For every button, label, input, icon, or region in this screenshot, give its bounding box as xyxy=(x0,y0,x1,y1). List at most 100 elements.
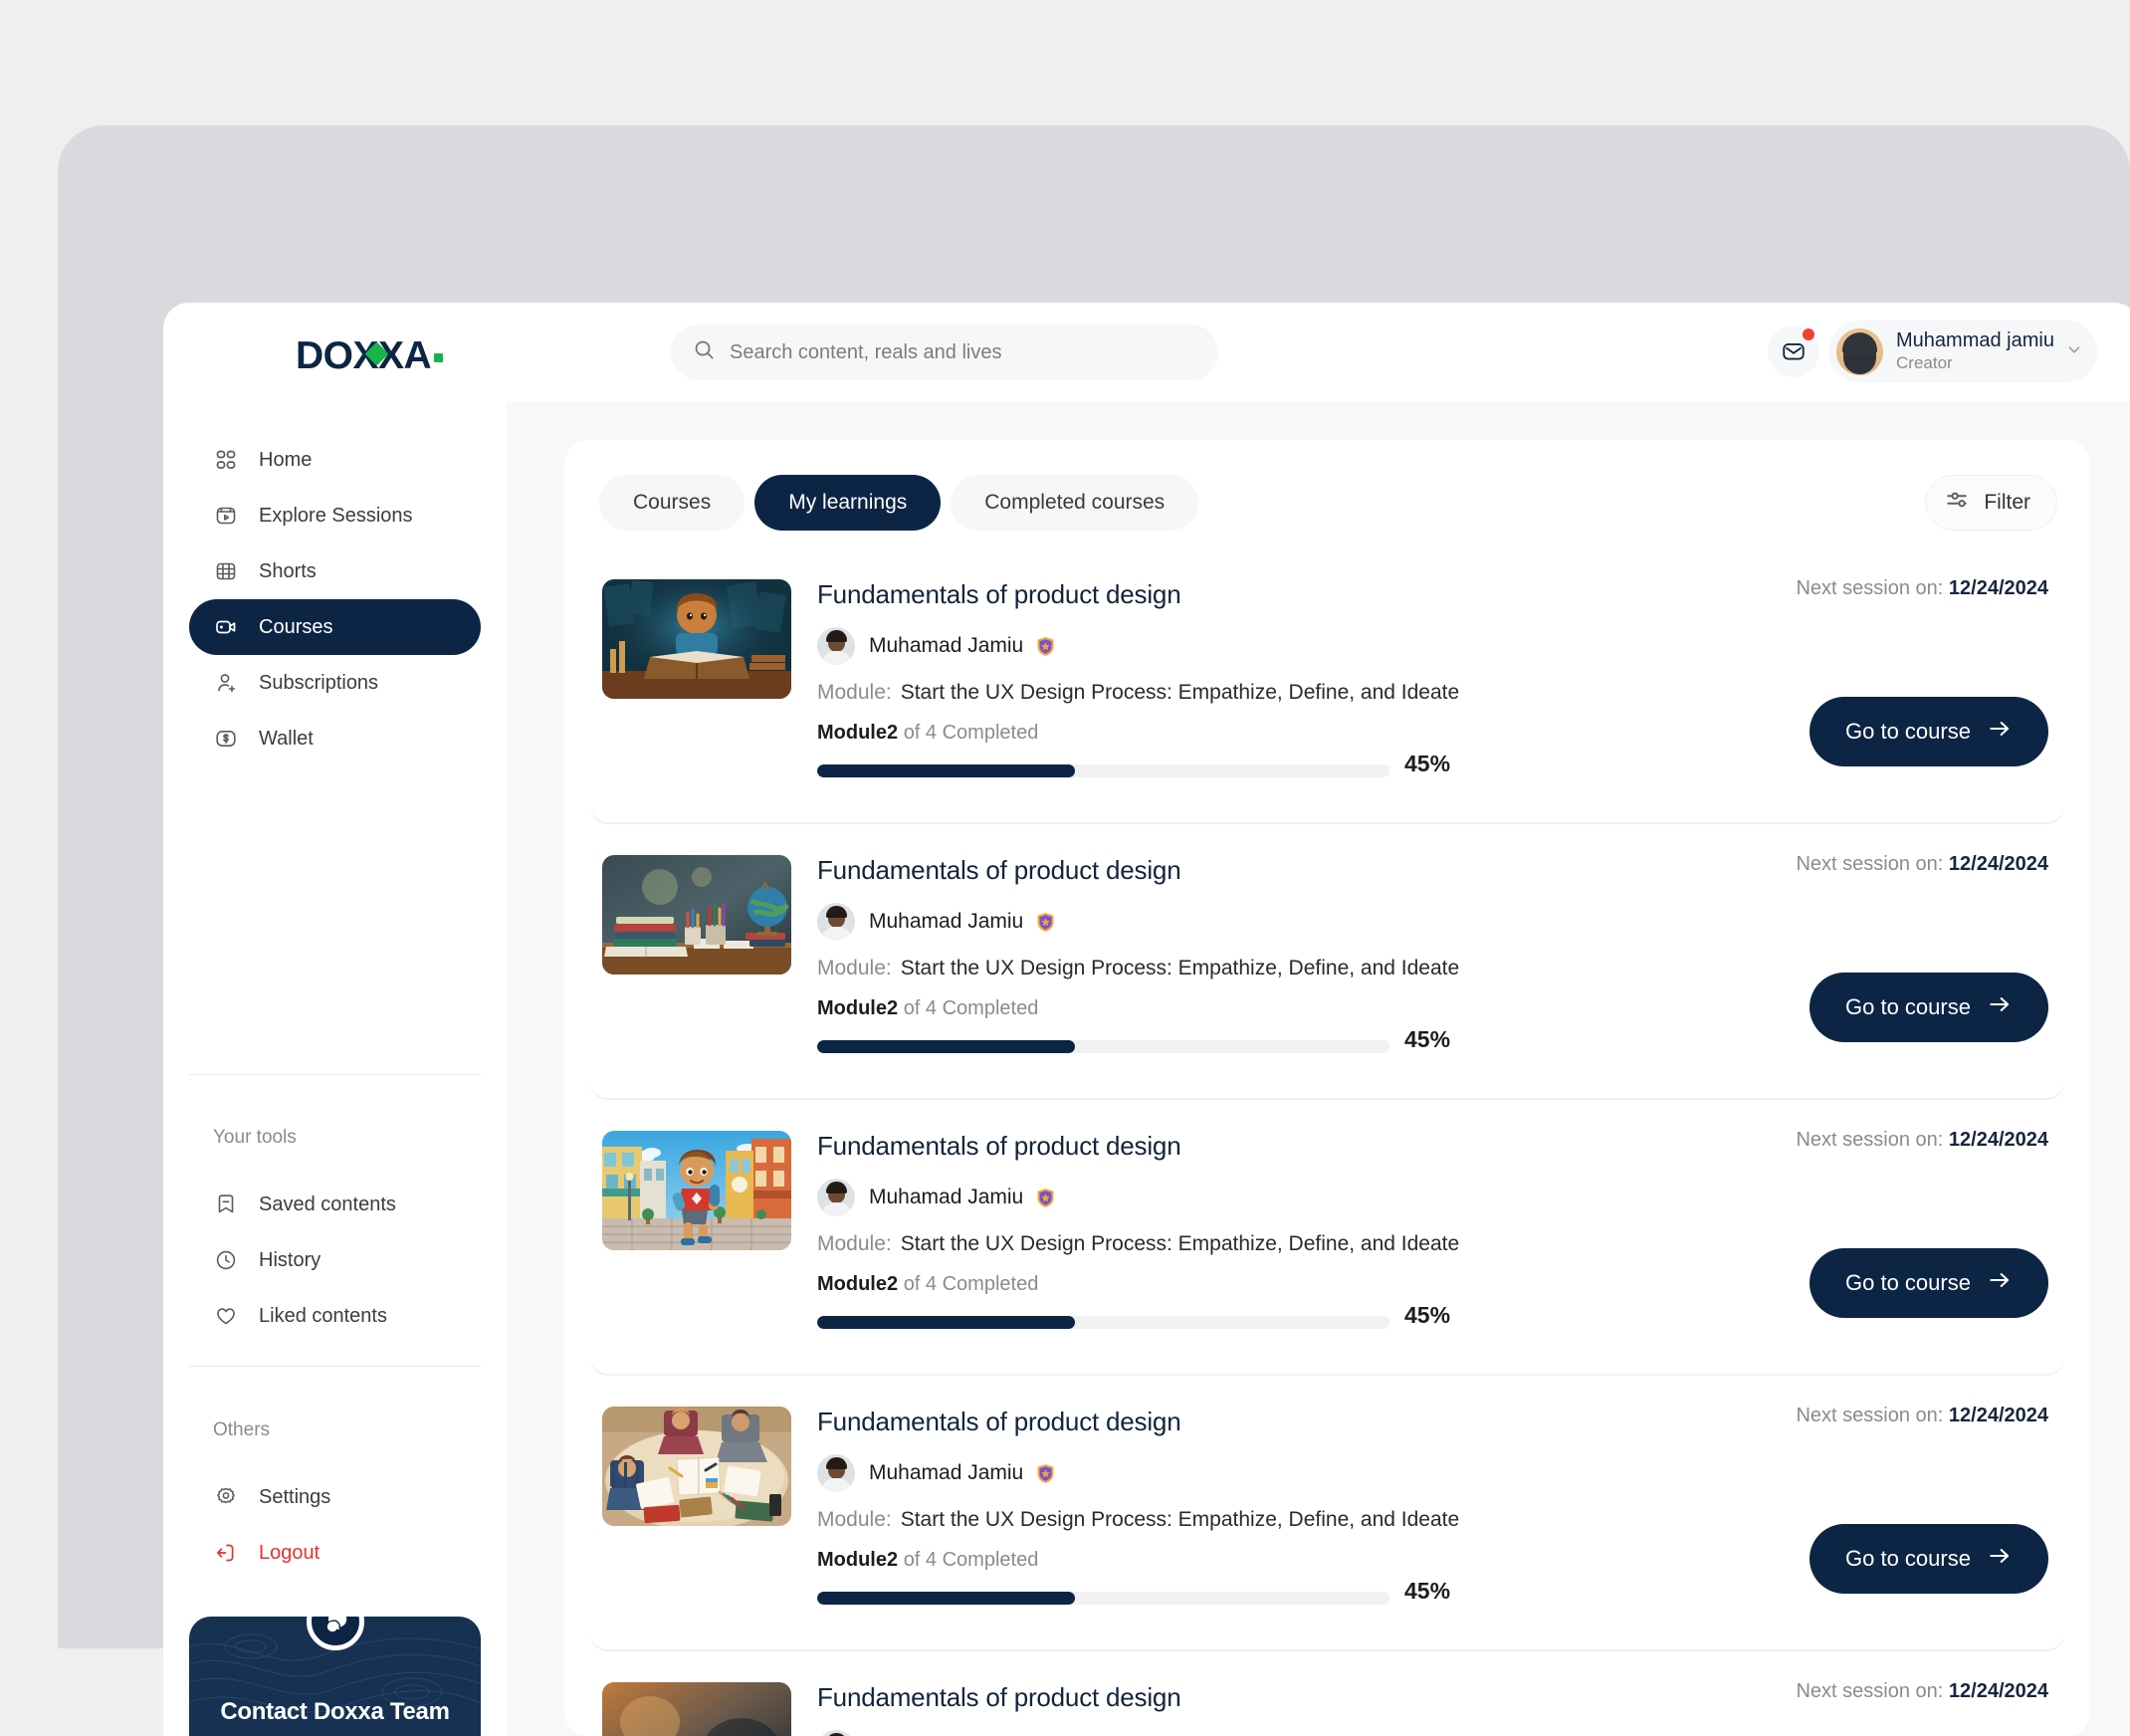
chevron-down-icon[interactable] xyxy=(2063,338,2085,365)
user-profile-chip[interactable]: Muhammad jamiu Creator xyxy=(1828,321,2097,382)
sidebar-item-label: Shorts xyxy=(259,559,317,582)
sidebar-item-logout[interactable]: Logout xyxy=(189,1525,481,1581)
author-avatar xyxy=(817,1454,855,1492)
search-input[interactable] xyxy=(730,340,1168,364)
course-title: Fundamentals of product design xyxy=(817,855,1181,885)
user-add-icon xyxy=(213,670,239,696)
sidebar-item-label: Logout xyxy=(259,1541,320,1564)
go-to-course-label: Go to course xyxy=(1845,1546,1971,1571)
tab-label: My learnings xyxy=(788,491,908,514)
next-session-label: Next session on: xyxy=(1796,1129,1944,1151)
go-to-course-label: Go to course xyxy=(1845,1270,1971,1295)
course-progress-text: Module2 of 4 Completed xyxy=(817,722,1038,745)
course-module: Module: Start the UX Design Process: Empa… xyxy=(817,1232,1459,1256)
course-next-session: Next session on: 12/24/2024 xyxy=(1796,1129,2048,1152)
film-icon xyxy=(213,558,239,584)
course-title: Fundamentals of product design xyxy=(817,1682,1181,1712)
clock-icon xyxy=(213,1247,239,1273)
video-camera-icon xyxy=(213,614,239,640)
course-card[interactable]: Fundamentals of product design Muhamad Ja… xyxy=(590,833,2064,1099)
sidebar-item-settings[interactable]: Settings xyxy=(189,1469,481,1525)
course-next-session: Next session on: 12/24/2024 xyxy=(1796,1680,2048,1703)
course-author-name: Muhamad Jamiu xyxy=(869,910,1024,933)
course-progress-percent: 45% xyxy=(1404,1026,1451,1052)
sidebar-item-label: History xyxy=(259,1248,321,1271)
search-icon xyxy=(693,338,716,366)
verified-shield-icon xyxy=(1034,1187,1057,1209)
course-module-name: Start the UX Design Process: Empathize, … xyxy=(900,1232,1460,1255)
gear-icon xyxy=(213,1484,239,1510)
next-session-date: 12/24/2024 xyxy=(1948,577,2048,599)
sidebar-item-liked-contents[interactable]: Liked contents xyxy=(189,1288,481,1344)
tab-my-learnings[interactable]: My learnings xyxy=(754,475,942,531)
filter-button[interactable]: Filter xyxy=(1925,475,2057,531)
tabs-row: Courses My learnings Completed courses xyxy=(599,475,1199,531)
search-box[interactable] xyxy=(671,325,1218,380)
course-author-name: Muhamad Jamiu xyxy=(869,634,1024,657)
go-to-course-button[interactable]: Go to course xyxy=(1810,1248,2048,1318)
course-list[interactable]: Fundamentals of product design Muhamad Ja… xyxy=(564,557,2090,1736)
course-card[interactable]: Fundamentals of product design Muhamad Ja… xyxy=(590,1385,2064,1650)
next-session-label: Next session on: xyxy=(1796,1405,1944,1426)
sidebar-divider-1 xyxy=(189,1074,481,1075)
course-progress-rest: of 4 Completed xyxy=(903,722,1039,744)
next-session-label: Next session on: xyxy=(1796,577,1944,599)
contact-card-label: Contact Doxxa Team xyxy=(220,1698,450,1725)
course-progress-text: Module2 of 4 Completed xyxy=(817,997,1038,1020)
course-progress-current: Module2 xyxy=(817,1273,899,1295)
mail-unread-badge xyxy=(1803,328,1814,340)
sidebar-heading-others: Others xyxy=(213,1419,271,1440)
author-avatar xyxy=(817,1179,855,1216)
course-module-label: Module: xyxy=(817,681,892,704)
course-title: Fundamentals of product design xyxy=(817,1131,1181,1161)
app-logo: DOXXA xyxy=(296,334,444,378)
sidebar-tools-nav: Saved contents History Liked contents xyxy=(163,1177,507,1344)
sidebar-main-nav: Home Explore Sessions Shorts Courses Subscri… xyxy=(163,432,507,766)
logo-dot xyxy=(434,352,444,362)
arrow-right-icon xyxy=(1987,991,2013,1023)
course-progress-bar xyxy=(817,764,1389,777)
next-session-date: 12/24/2024 xyxy=(1948,1680,2048,1702)
course-module-name: Start the UX Design Process: Empathize, … xyxy=(900,681,1460,704)
course-progress-percent: 45% xyxy=(1404,1578,1451,1604)
sidebar-item-label: Courses xyxy=(259,615,333,638)
app-window: DOXXA Home Explore Sessions Shorts Courses S… xyxy=(163,303,2130,1736)
sidebar-item-label: Liked contents xyxy=(259,1304,387,1327)
go-to-course-button[interactable]: Go to course xyxy=(1810,697,2048,766)
user-name: Muhammad jamiu xyxy=(1896,329,2054,352)
course-progress-fill xyxy=(817,1040,1075,1053)
author-avatar xyxy=(817,1730,855,1736)
course-module-label: Module: xyxy=(817,1508,892,1531)
course-card[interactable]: Fundamentals of product design Muhamad Ja… xyxy=(590,557,2064,823)
sidebar-item-home[interactable]: Home xyxy=(189,432,481,488)
author-avatar xyxy=(817,903,855,941)
go-to-course-button[interactable]: Go to course xyxy=(1810,973,2048,1042)
course-module: Module: Start the UX Design Process: Empa… xyxy=(817,1508,1459,1532)
sidebar-item-wallet[interactable]: Wallet xyxy=(189,711,481,766)
contact-doxxa-team-card[interactable]: Contact Doxxa Team xyxy=(189,1617,481,1736)
course-card[interactable]: Fundamentals of product design Muhamad Ja… xyxy=(590,1660,2064,1736)
course-card[interactable]: Fundamentals of product design Muhamad Ja… xyxy=(590,1109,2064,1375)
course-title: Fundamentals of product design xyxy=(817,1407,1181,1436)
video-play-icon xyxy=(213,503,239,529)
course-thumbnail xyxy=(602,1682,791,1736)
course-progress-rest: of 4 Completed xyxy=(903,1273,1039,1295)
sidebar-others-nav: Settings Logout xyxy=(163,1469,507,1581)
tab-completed-courses[interactable]: Completed courses xyxy=(951,475,1199,531)
sidebar-item-shorts[interactable]: Shorts xyxy=(189,543,481,599)
sidebar-item-history[interactable]: History xyxy=(189,1232,481,1288)
course-thumbnail xyxy=(602,1131,791,1250)
sidebar-item-saved-contents[interactable]: Saved contents xyxy=(189,1177,481,1232)
course-progress-text: Module2 of 4 Completed xyxy=(817,1273,1038,1296)
course-title: Fundamentals of product design xyxy=(817,579,1181,609)
arrow-right-icon xyxy=(1987,716,2013,748)
tab-courses[interactable]: Courses xyxy=(599,475,746,531)
sidebar-item-courses[interactable]: Courses xyxy=(189,599,481,655)
course-author-row: Muhamad Jamiu xyxy=(817,1730,1057,1736)
mail-button[interactable] xyxy=(1768,326,1819,377)
go-to-course-button[interactable]: Go to course xyxy=(1810,1524,2048,1594)
sidebar-item-subscriptions[interactable]: Subscriptions xyxy=(189,655,481,711)
sidebar-item-explore-sessions[interactable]: Explore Sessions xyxy=(189,488,481,543)
course-author-row: Muhamad Jamiu xyxy=(817,1454,1057,1492)
courses-panel: Courses My learnings Completed courses Fil… xyxy=(564,440,2090,1736)
